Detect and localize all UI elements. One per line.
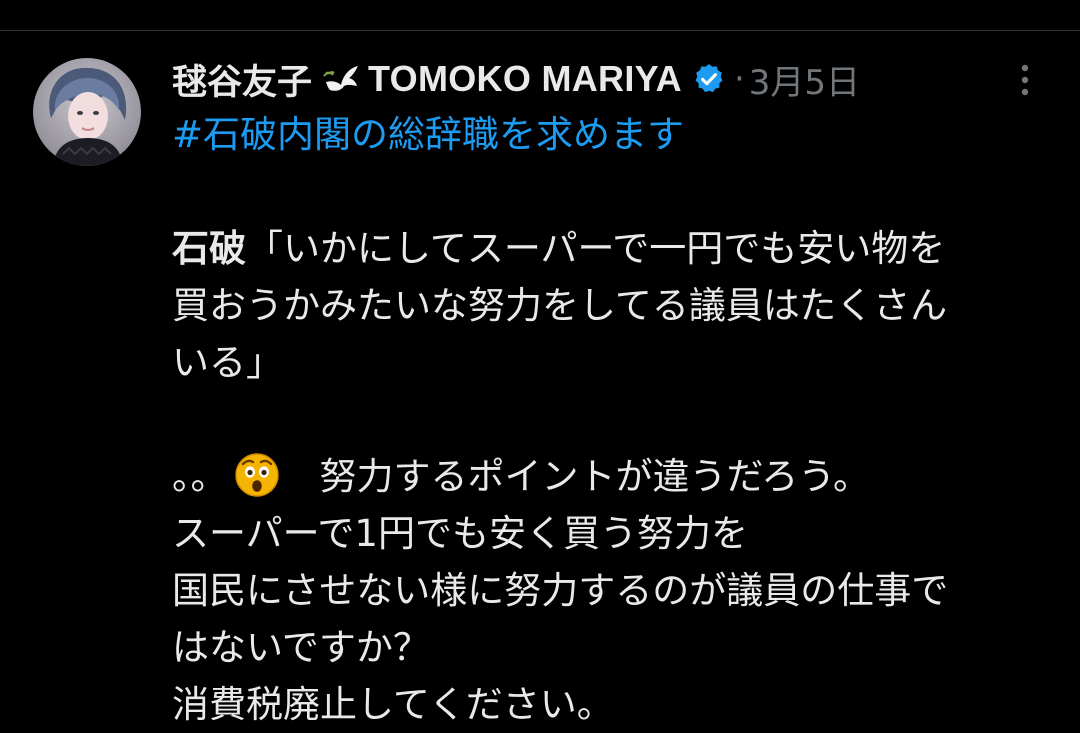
author-avatar[interactable] xyxy=(33,58,141,166)
top-divider xyxy=(0,30,1080,31)
header-separator: · xyxy=(733,59,745,99)
more-vertical-icon[interactable] xyxy=(1014,60,1036,100)
dove-icon xyxy=(322,62,362,96)
quote-line-1: 「いかにしてスーパーで一円でも安い物を xyxy=(246,227,946,270)
comment-line-1: 努力するポイントが違うだろう。 xyxy=(319,455,871,498)
comment-prefix: 。。 xyxy=(172,455,228,498)
comment-line-4: はないですか？ xyxy=(172,626,430,669)
quote-line-2: 買おうかみたいな努力をしてる議員はたくさん xyxy=(172,284,948,327)
astonished-face-emoji-icon xyxy=(234,452,280,498)
hashtag-link[interactable]: #石破内閣の総辞職を求めます xyxy=(172,113,684,156)
verified-icon[interactable] xyxy=(692,62,726,96)
quote-speaker: 石破 xyxy=(172,227,246,270)
post-header: 毬谷友子 TOMOKO MARIYA · 3月5日 xyxy=(172,52,860,106)
author-latin-name[interactable]: TOMOKO MARIYA xyxy=(368,58,682,100)
comment-line-3: 国民にさせない様に努力するのが議員の仕事で xyxy=(172,569,949,612)
post-body: #石破内閣の総辞職を求めます 石破「いかにしてスーパーで一円でも安い物を 買おう… xyxy=(172,106,1052,733)
comment-line-5: 消費税廃止してください。 xyxy=(172,683,614,726)
quote-line-3: いる」 xyxy=(172,341,283,384)
author-display-name[interactable]: 毬谷友子 xyxy=(172,54,312,105)
comment-line-2: スーパーで1円でも安く買う努力を xyxy=(172,512,748,555)
profile-photo-icon xyxy=(33,58,141,166)
post-date[interactable]: 3月5日 xyxy=(749,55,860,104)
